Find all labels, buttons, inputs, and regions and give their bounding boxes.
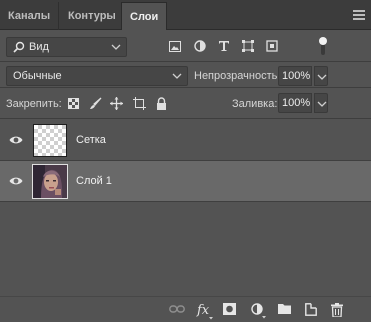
photo-thumbnail <box>33 165 67 198</box>
layer-row[interactable]: Слой 1 <box>0 161 371 202</box>
lock-position-icon[interactable] <box>110 97 123 110</box>
panel-menu-icon[interactable] <box>353 10 365 20</box>
tab-paths[interactable]: Контуры <box>60 2 125 30</box>
new-layer-icon[interactable] <box>305 303 317 316</box>
eye-icon[interactable] <box>9 175 23 187</box>
chevron-down-icon <box>172 73 182 79</box>
new-group-icon[interactable] <box>278 303 291 314</box>
lock-label: Закрепить: <box>6 98 62 110</box>
opacity-input[interactable]: 100% <box>278 66 312 86</box>
blend-mode-select[interactable]: Обычные <box>6 66 188 86</box>
layer-name: Сетка <box>76 134 106 146</box>
blend-mode-value: Обычные <box>13 70 62 82</box>
opacity-dropdown[interactable] <box>314 66 328 86</box>
lock-transparent-pixels-icon[interactable] <box>68 98 79 109</box>
eye-icon[interactable] <box>9 134 23 146</box>
svg-text:fx: fx <box>196 303 210 318</box>
fill-dropdown[interactable] <box>314 93 328 113</box>
filter-kind-select[interactable]: Вид <box>6 37 127 57</box>
blend-row: Обычные Непрозрачность: 100% <box>0 62 371 88</box>
chevron-down-icon <box>111 44 121 50</box>
add-mask-icon[interactable] <box>223 303 236 315</box>
image-filter-icon[interactable] <box>169 41 181 52</box>
shape-filter-icon[interactable] <box>242 40 254 52</box>
tab-layers[interactable]: Слои <box>121 2 168 30</box>
lock-row: Закрепить: Заливка: 100% <box>0 88 371 119</box>
lock-all-icon[interactable] <box>156 97 167 110</box>
filter-kind-label: Вид <box>29 41 49 53</box>
adjustment-filter-icon[interactable] <box>194 40 206 52</box>
fill-input[interactable]: 100% <box>278 93 312 113</box>
filter-toggle-icon[interactable] <box>318 35 328 57</box>
filter-row: Вид <box>0 30 371 62</box>
new-adjustment-icon[interactable] <box>251 303 267 319</box>
layer-row[interactable]: Сетка <box>0 120 371 161</box>
chevron-down-icon <box>317 74 327 80</box>
lock-image-pixels-icon[interactable] <box>89 97 102 110</box>
fill-label: Заливка: <box>232 98 278 110</box>
panel-tab-bar: Каналы Контуры Слои <box>0 0 371 30</box>
layer-name: Слой 1 <box>76 175 112 187</box>
search-icon <box>13 41 25 53</box>
type-filter-icon[interactable] <box>218 40 230 52</box>
chevron-down-icon <box>317 101 327 107</box>
tab-channels[interactable]: Каналы <box>0 2 60 30</box>
lock-artboard-icon[interactable] <box>133 97 146 110</box>
link-layers-icon[interactable] <box>169 303 185 315</box>
opacity-label: Непрозрачность: <box>194 70 281 82</box>
fx-icon[interactable]: fx <box>196 302 214 320</box>
layers-bottom-toolbar: fx <box>0 296 371 322</box>
delete-layer-icon[interactable] <box>331 303 343 317</box>
layer-thumbnail <box>33 124 67 157</box>
smart-object-filter-icon[interactable] <box>266 40 278 52</box>
